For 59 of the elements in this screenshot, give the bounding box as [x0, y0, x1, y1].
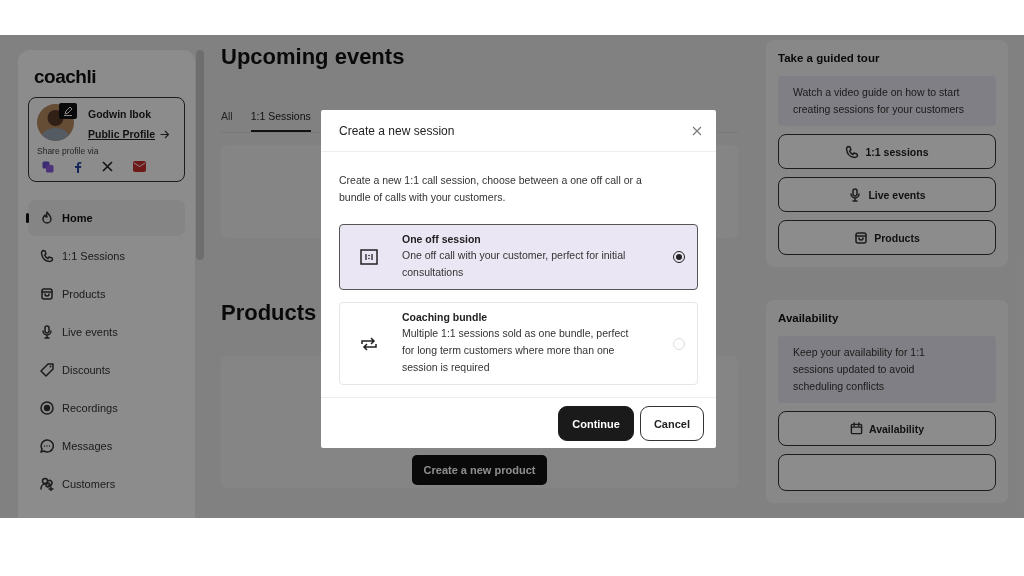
record-icon	[40, 401, 54, 415]
chat-icon	[40, 439, 54, 453]
microphone-icon	[848, 187, 863, 202]
tag-icon	[40, 363, 54, 377]
page-heading: Upcoming events	[221, 44, 405, 70]
nav-item[interactable]: Customers	[28, 466, 185, 502]
nav-item[interactable]: Home	[28, 200, 185, 236]
public-profile-link[interactable]: Public Profile	[88, 128, 156, 140]
facebook-icon[interactable]	[74, 161, 82, 173]
option-description: Multiple 1:1 sessions sold as one bundle, perfect for long term customers where more than one session is required	[402, 326, 629, 375]
bag-icon	[40, 287, 54, 301]
info-note: Watch a video guide on how to start creating sessions for your customers	[778, 76, 996, 126]
logo: coachli	[34, 66, 97, 88]
info-note: Keep your availability for 1:1 sessions updated to avoid scheduling conflicts	[778, 336, 996, 403]
create-product-button[interactable]: Create a new product	[411, 455, 548, 485]
arrow-icon	[160, 129, 171, 139]
outline-button[interactable]: Live events	[778, 177, 996, 212]
outline-button[interactable]: Availability	[778, 411, 996, 446]
nav-item[interactable]: Products	[28, 276, 185, 312]
outline-button[interactable]: Products	[778, 220, 996, 255]
calendar-icon	[849, 422, 863, 435]
flame-icon	[40, 211, 54, 225]
users-icon	[40, 477, 54, 491]
outline-button[interactable]	[778, 454, 996, 491]
share-label: Share profile via	[37, 146, 100, 156]
nav-item[interactable]: Live events	[28, 314, 185, 350]
pencil-icon	[63, 106, 73, 116]
one-to-one-icon	[360, 249, 378, 265]
nav-item[interactable]: Recordings	[28, 390, 185, 426]
nav-item[interactable]: 1:1 Sessions	[28, 238, 185, 274]
x-icon[interactable]	[102, 161, 113, 172]
outline-button[interactable]: 1:1 sessions	[778, 134, 996, 169]
phone-icon	[40, 249, 54, 263]
bag-icon	[854, 230, 869, 245]
continue-button[interactable]: Continue	[558, 406, 634, 441]
session-option[interactable]: Coaching bundle Multiple 1:1 sessions sold as one bundle, perfect for long term customers where more than one session is required	[339, 302, 698, 385]
nav-item[interactable]: Messages	[28, 428, 185, 464]
section-heading: Products	[221, 300, 317, 326]
phone-icon	[845, 144, 860, 159]
nav-item[interactable]: Discounts	[28, 352, 185, 388]
edit-button[interactable]	[59, 103, 77, 119]
option-description: One off call with your customer, perfect for initial consultations	[402, 248, 627, 280]
dialog-title: Create a new session	[339, 123, 455, 138]
card-title: Availability	[778, 312, 840, 324]
session-option[interactable]: One off session One off call with your customer, perfect for initial consultations	[339, 224, 698, 290]
card-title: Take a guided tour	[778, 52, 881, 64]
cancel-button[interactable]: Cancel	[639, 406, 704, 441]
close-button[interactable]	[692, 125, 702, 136]
dialog-description: Create a new 1:1 call session, choose between a one off call or a bundle of calls with your customers.	[339, 173, 643, 205]
tab[interactable]: 1:1 Sessions	[250, 110, 311, 132]
repeat-icon	[360, 335, 378, 352]
scrollbar[interactable]	[196, 50, 204, 260]
profile-name: Godwin Ibok	[88, 108, 152, 120]
tab[interactable]: All	[221, 110, 233, 132]
microphone-icon	[40, 325, 54, 339]
option-title: One off session	[402, 233, 482, 245]
option-title: Coaching bundle	[402, 311, 489, 323]
share-squares-icon[interactable]	[42, 161, 54, 173]
mail-icon[interactable]	[133, 161, 146, 172]
